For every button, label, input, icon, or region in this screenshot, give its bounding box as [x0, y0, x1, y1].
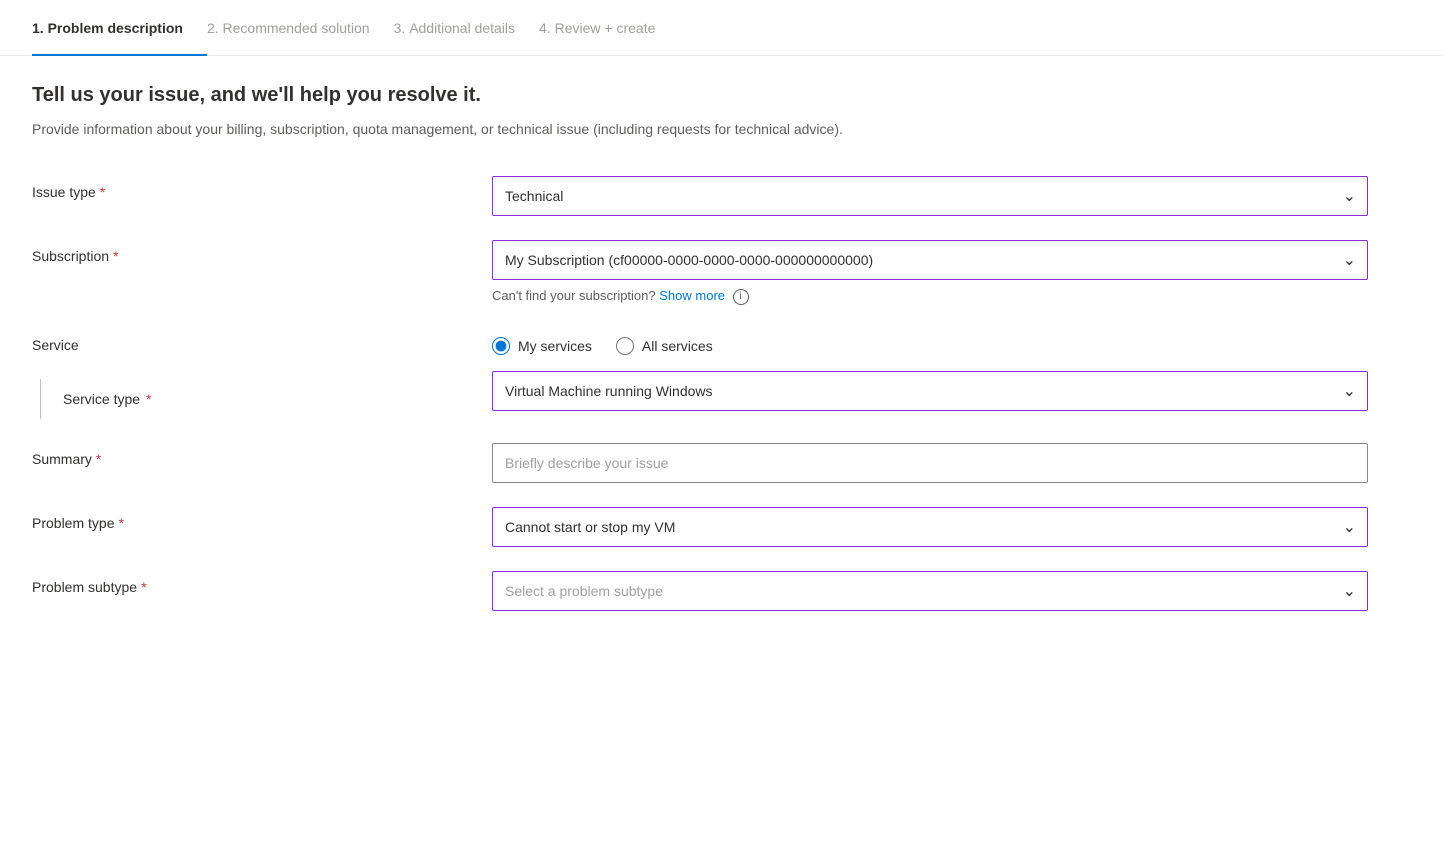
problem-type-control: Cannot start or stop my VM ⌄ [492, 507, 1368, 547]
subscription-select-wrapper: My Subscription (cf00000-0000-0000-0000-… [492, 240, 1368, 280]
service-type-select[interactable]: Virtual Machine running Windows [492, 371, 1368, 411]
subscription-label: Subscription * [32, 240, 492, 264]
step-2-text: Recommended solution [223, 20, 370, 36]
problem-subtype-required: * [141, 579, 146, 595]
step-3-label: 3. [394, 20, 406, 36]
service-type-select-wrapper: Virtual Machine running Windows ⌄ [492, 371, 1368, 411]
service-radio-group: My services All services [492, 329, 1368, 355]
step-2-label: 2. [207, 20, 219, 36]
problem-subtype-control: Select a problem subtype ⌄ [492, 571, 1368, 611]
service-type-label-col: Service type * [32, 371, 492, 419]
service-type-row: Service type * Virtual Machine running W… [32, 371, 1368, 419]
service-type-label: Service type [63, 391, 140, 407]
subscription-control: My Subscription (cf00000-0000-0000-0000-… [492, 240, 1368, 305]
my-services-radio[interactable] [492, 337, 510, 355]
issue-type-select[interactable]: Technical [492, 176, 1368, 216]
page-description: Provide information about your billing, … [32, 119, 932, 140]
main-content: Tell us your issue, and we'll help you r… [0, 56, 1400, 675]
issue-type-row: Issue type * Technical ⌄ [32, 176, 1368, 216]
step-4-text: Review + create [555, 20, 656, 36]
issue-type-select-wrapper: Technical ⌄ [492, 176, 1368, 216]
page-title: Tell us your issue, and we'll help you r… [32, 84, 1368, 107]
show-more-link[interactable]: Show more [659, 288, 725, 303]
problem-type-required: * [118, 515, 123, 531]
service-type-control: Virtual Machine running Windows ⌄ [492, 371, 1368, 411]
all-services-option[interactable]: All services [616, 337, 713, 355]
wizard-step-recommended-solution[interactable]: 2. Recommended solution [207, 0, 394, 56]
problem-type-label: Problem type * [32, 507, 492, 531]
subscription-helper: Can't find your subscription? Show more … [492, 288, 1368, 305]
issue-type-control: Technical ⌄ [492, 176, 1368, 216]
subscription-info-icon[interactable]: i [733, 289, 749, 305]
wizard-step-review-create[interactable]: 4. Review + create [539, 0, 679, 56]
summary-control [492, 443, 1368, 483]
subscription-required: * [113, 248, 118, 264]
service-type-required: * [146, 391, 151, 407]
summary-input[interactable] [492, 443, 1368, 483]
problem-subtype-select[interactable]: Select a problem subtype [492, 571, 1368, 611]
service-label: Service [32, 329, 492, 353]
problem-type-select-wrapper: Cannot start or stop my VM ⌄ [492, 507, 1368, 547]
problem-subtype-select-wrapper: Select a problem subtype ⌄ [492, 571, 1368, 611]
all-services-label: All services [642, 338, 713, 354]
issue-type-required: * [100, 184, 105, 200]
summary-row: Summary * [32, 443, 1368, 483]
my-services-label: My services [518, 338, 592, 354]
wizard-step-additional-details[interactable]: 3. Additional details [394, 0, 539, 56]
subscription-row: Subscription * My Subscription (cf00000-… [32, 240, 1368, 305]
summary-required: * [96, 451, 101, 467]
wizard-navigation: 1. Problem description 2. Recommended so… [0, 0, 1444, 56]
step-1-text: Problem description [48, 20, 183, 36]
problem-type-row: Problem type * Cannot start or stop my V… [32, 507, 1368, 547]
subscription-select[interactable]: My Subscription (cf00000-0000-0000-0000-… [492, 240, 1368, 280]
problem-subtype-row: Problem subtype * Select a problem subty… [32, 571, 1368, 611]
my-services-option[interactable]: My services [492, 337, 592, 355]
problem-type-select[interactable]: Cannot start or stop my VM [492, 507, 1368, 547]
step-1-label: 1. [32, 20, 44, 36]
step-3-text: Additional details [409, 20, 515, 36]
all-services-radio[interactable] [616, 337, 634, 355]
step-4-label: 4. [539, 20, 551, 36]
issue-type-label: Issue type * [32, 176, 492, 200]
summary-label: Summary * [32, 443, 492, 467]
service-control: My services All services [492, 329, 1368, 355]
service-main-row: Service My services All services [32, 329, 1368, 355]
service-section: Service My services All services [32, 329, 1368, 419]
problem-subtype-label: Problem subtype * [32, 571, 492, 595]
wizard-step-problem-description[interactable]: 1. Problem description [32, 0, 207, 56]
